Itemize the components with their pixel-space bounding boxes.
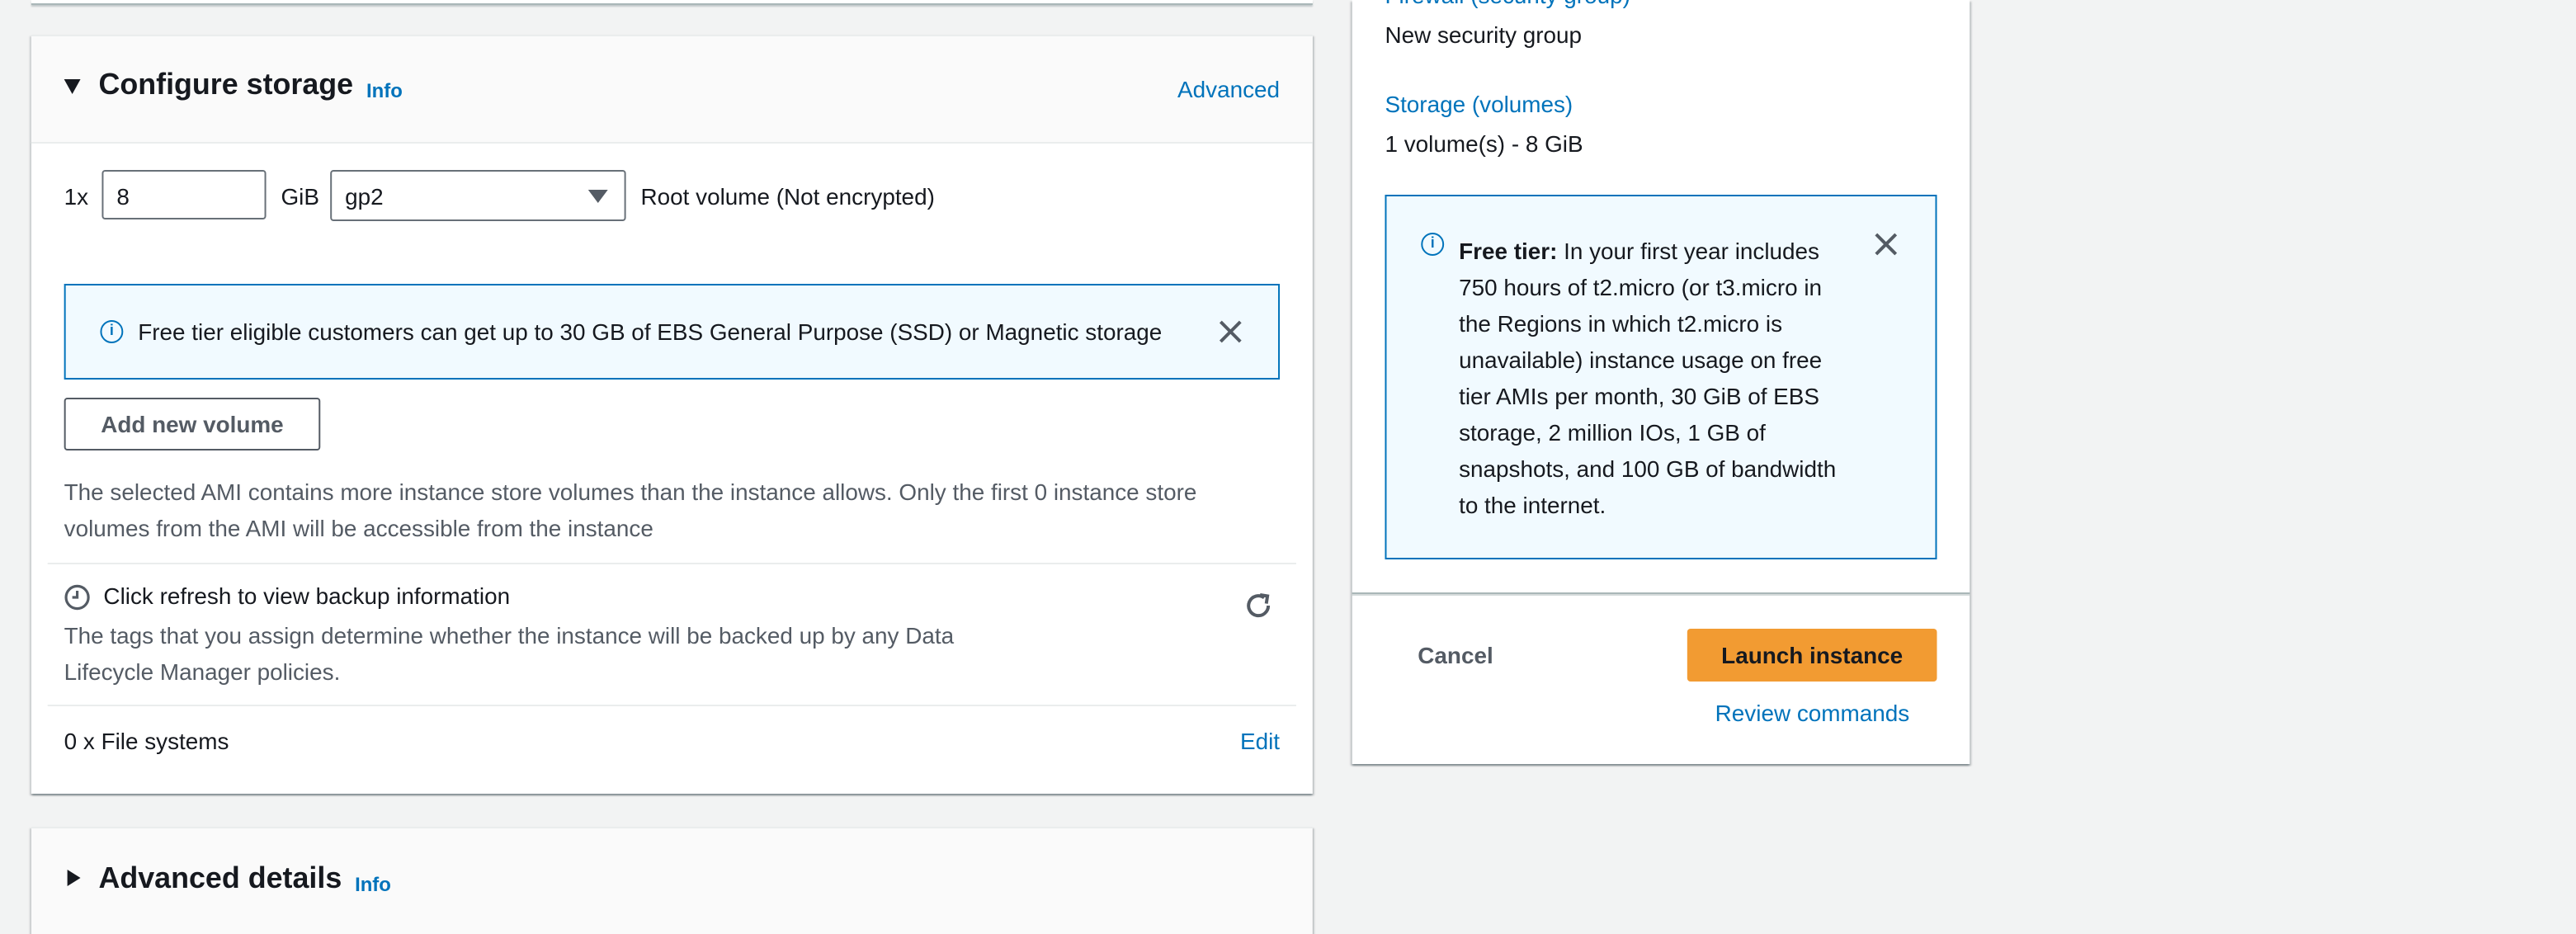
root-volume-row: 1x 8 GiB gp2 Root volume (Not encrypted) — [64, 170, 1280, 223]
storage-advanced-link[interactable]: Advanced — [1177, 76, 1280, 102]
close-icon[interactable] — [1875, 233, 1898, 256]
clock-icon — [64, 584, 90, 611]
info-icon: i — [1421, 233, 1445, 256]
launch-instance-page: Configure storage Info Advanced 1x 8 GiB… — [0, 0, 2576, 934]
caret-down-icon — [587, 190, 608, 203]
caret-down-icon[interactable] — [64, 79, 81, 94]
summary-panel: Firewall (security group) New security g… — [1352, 0, 1970, 764]
file-systems-edit-link[interactable]: Edit — [1240, 728, 1280, 754]
volume-type-select[interactable]: gp2 — [330, 170, 626, 221]
free-tier-storage-alert-text: Free tier eligible customers can get up … — [138, 318, 1163, 345]
divider — [47, 563, 1296, 564]
free-tier-heading: Free tier: — [1459, 238, 1558, 264]
advanced-details-panel[interactable]: Advanced details Info — [31, 827, 1313, 934]
configure-storage-title: Configure storage — [98, 68, 354, 101]
info-icon: i — [100, 320, 124, 343]
refresh-icon[interactable] — [1243, 591, 1273, 620]
volume-size-unit: GiB — [281, 183, 319, 210]
root-volume-description: Root volume (Not encrypted) — [640, 183, 935, 210]
configure-storage-info-link[interactable]: Info — [366, 79, 403, 102]
cancel-button[interactable]: Cancel — [1418, 642, 1493, 668]
divider — [47, 705, 1296, 706]
caret-right-icon[interactable] — [67, 870, 81, 886]
free-tier-storage-alert: i Free tier eligible customers can get u… — [64, 284, 1281, 380]
review-commands-link[interactable]: Review commands — [1715, 700, 1909, 726]
summary-actions: Cancel Launch instance Review commands — [1352, 592, 1970, 766]
free-tier-alert-text: Free tier: In your first year includes 7… — [1459, 233, 1860, 523]
configure-storage-header[interactable]: Configure storage Info Advanced — [31, 36, 1313, 144]
firewall-summary-link[interactable]: Firewall (security group) — [1385, 0, 1630, 8]
backup-info-title: Click refresh to view backup information — [103, 583, 511, 609]
advanced-details-info-link[interactable]: Info — [355, 873, 391, 896]
free-tier-body: In your first year includes 750 hours of… — [1459, 238, 1837, 518]
file-systems-label: 0 x File systems — [64, 728, 229, 754]
storage-summary-value: 1 volume(s) - 8 GiB — [1385, 130, 1583, 157]
backup-info-description: The tags that you assign determine wheth… — [64, 622, 955, 685]
volume-multiplier: 1x — [64, 183, 89, 210]
firewall-summary-value: New security group — [1385, 21, 1583, 48]
previous-section-edge — [31, 0, 1313, 5]
configure-storage-panel: Configure storage Info Advanced 1x 8 GiB… — [31, 35, 1313, 794]
volume-type-value: gp2 — [345, 183, 384, 210]
storage-summary-link[interactable]: Storage (volumes) — [1385, 91, 1573, 117]
add-new-volume-button[interactable]: Add new volume — [64, 398, 321, 450]
ami-instance-store-note: The selected AMI contains more instance … — [64, 479, 1197, 541]
volume-size-input[interactable]: 8 — [101, 170, 267, 219]
launch-instance-button[interactable]: Launch instance — [1687, 629, 1937, 682]
close-icon[interactable] — [1219, 320, 1242, 343]
advanced-details-title[interactable]: Advanced details — [98, 861, 342, 896]
free-tier-alert: i Free tier: In your first year includes… — [1385, 195, 1937, 559]
